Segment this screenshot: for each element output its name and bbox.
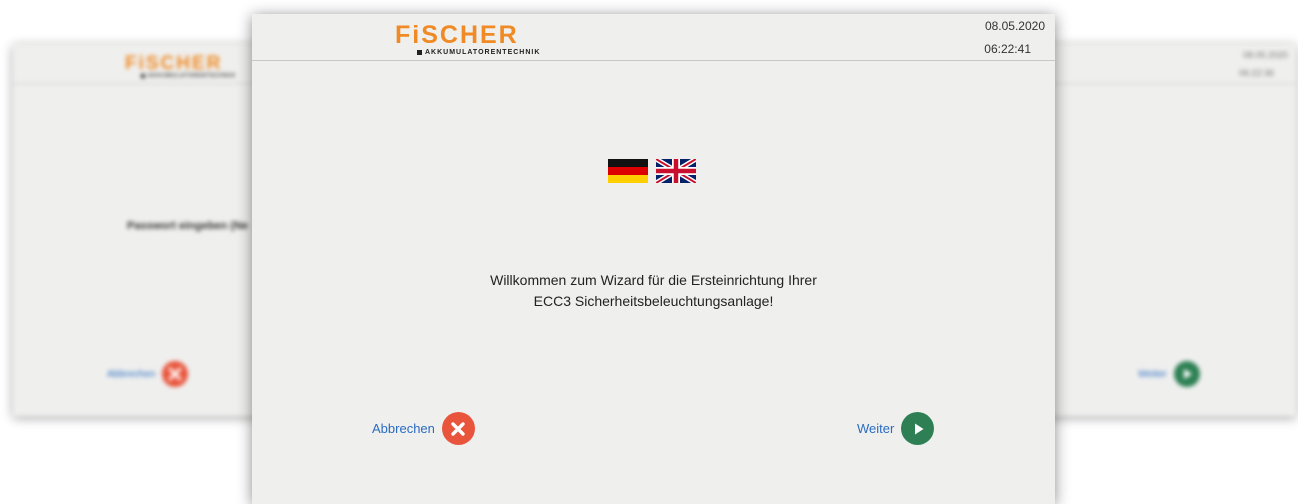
brand-logo: FiSCHER AKKUMULATORENTECHNIK: [395, 21, 540, 57]
cancel-label: Abbrechen: [107, 368, 156, 380]
logo-wordmark: FiSCHER: [125, 53, 223, 74]
date-display: 08.05.2020: [1242, 50, 1288, 60]
uk-flag-icon[interactable]: [656, 159, 696, 183]
logo-subtitle: AKKUMULATORENTECHNIK: [141, 73, 236, 79]
welcome-message: Willkommen zum Wizard für die Ersteinric…: [252, 270, 1055, 312]
cancel-button[interactable]: Abbrechen: [372, 412, 475, 445]
time-display: 06:22:36: [1238, 68, 1274, 78]
wizard-panel: FiSCHER AKKUMULATORENTECHNIK 08.05.2020 …: [252, 14, 1055, 504]
next-button[interactable]: Weiter: [857, 412, 935, 445]
next-label: Weiter: [857, 421, 895, 436]
welcome-line-2: ECC3 Sicherheitsbeleuchtungsanlage!: [533, 293, 774, 309]
cancel-label: Abbrechen: [372, 421, 435, 436]
time-display: 06:22:41: [984, 42, 1031, 56]
logo-subtitle: AKKUMULATORENTECHNIK: [417, 49, 540, 56]
play-icon: [1173, 361, 1200, 387]
close-icon: [441, 412, 475, 445]
play-icon: [901, 412, 935, 445]
logo-wordmark: FiSCHER: [395, 21, 519, 49]
language-selector: [608, 159, 696, 183]
date-display: 08.05.2020: [984, 19, 1045, 33]
close-icon: [162, 361, 189, 387]
next-label: Weiter: [1138, 368, 1167, 380]
cancel-button[interactable]: Abbrechen: [107, 361, 189, 387]
password-prompt: Passwort eingeben (Ne: [127, 220, 249, 232]
brand-logo: FiSCHER AKKUMULATORENTECHNIK: [125, 54, 236, 79]
next-button[interactable]: Weiter: [1138, 361, 1200, 387]
welcome-line-1: Willkommen zum Wizard für die Ersteinric…: [490, 272, 817, 288]
german-flag-icon[interactable]: [608, 159, 648, 183]
header-divider: [252, 60, 1055, 61]
